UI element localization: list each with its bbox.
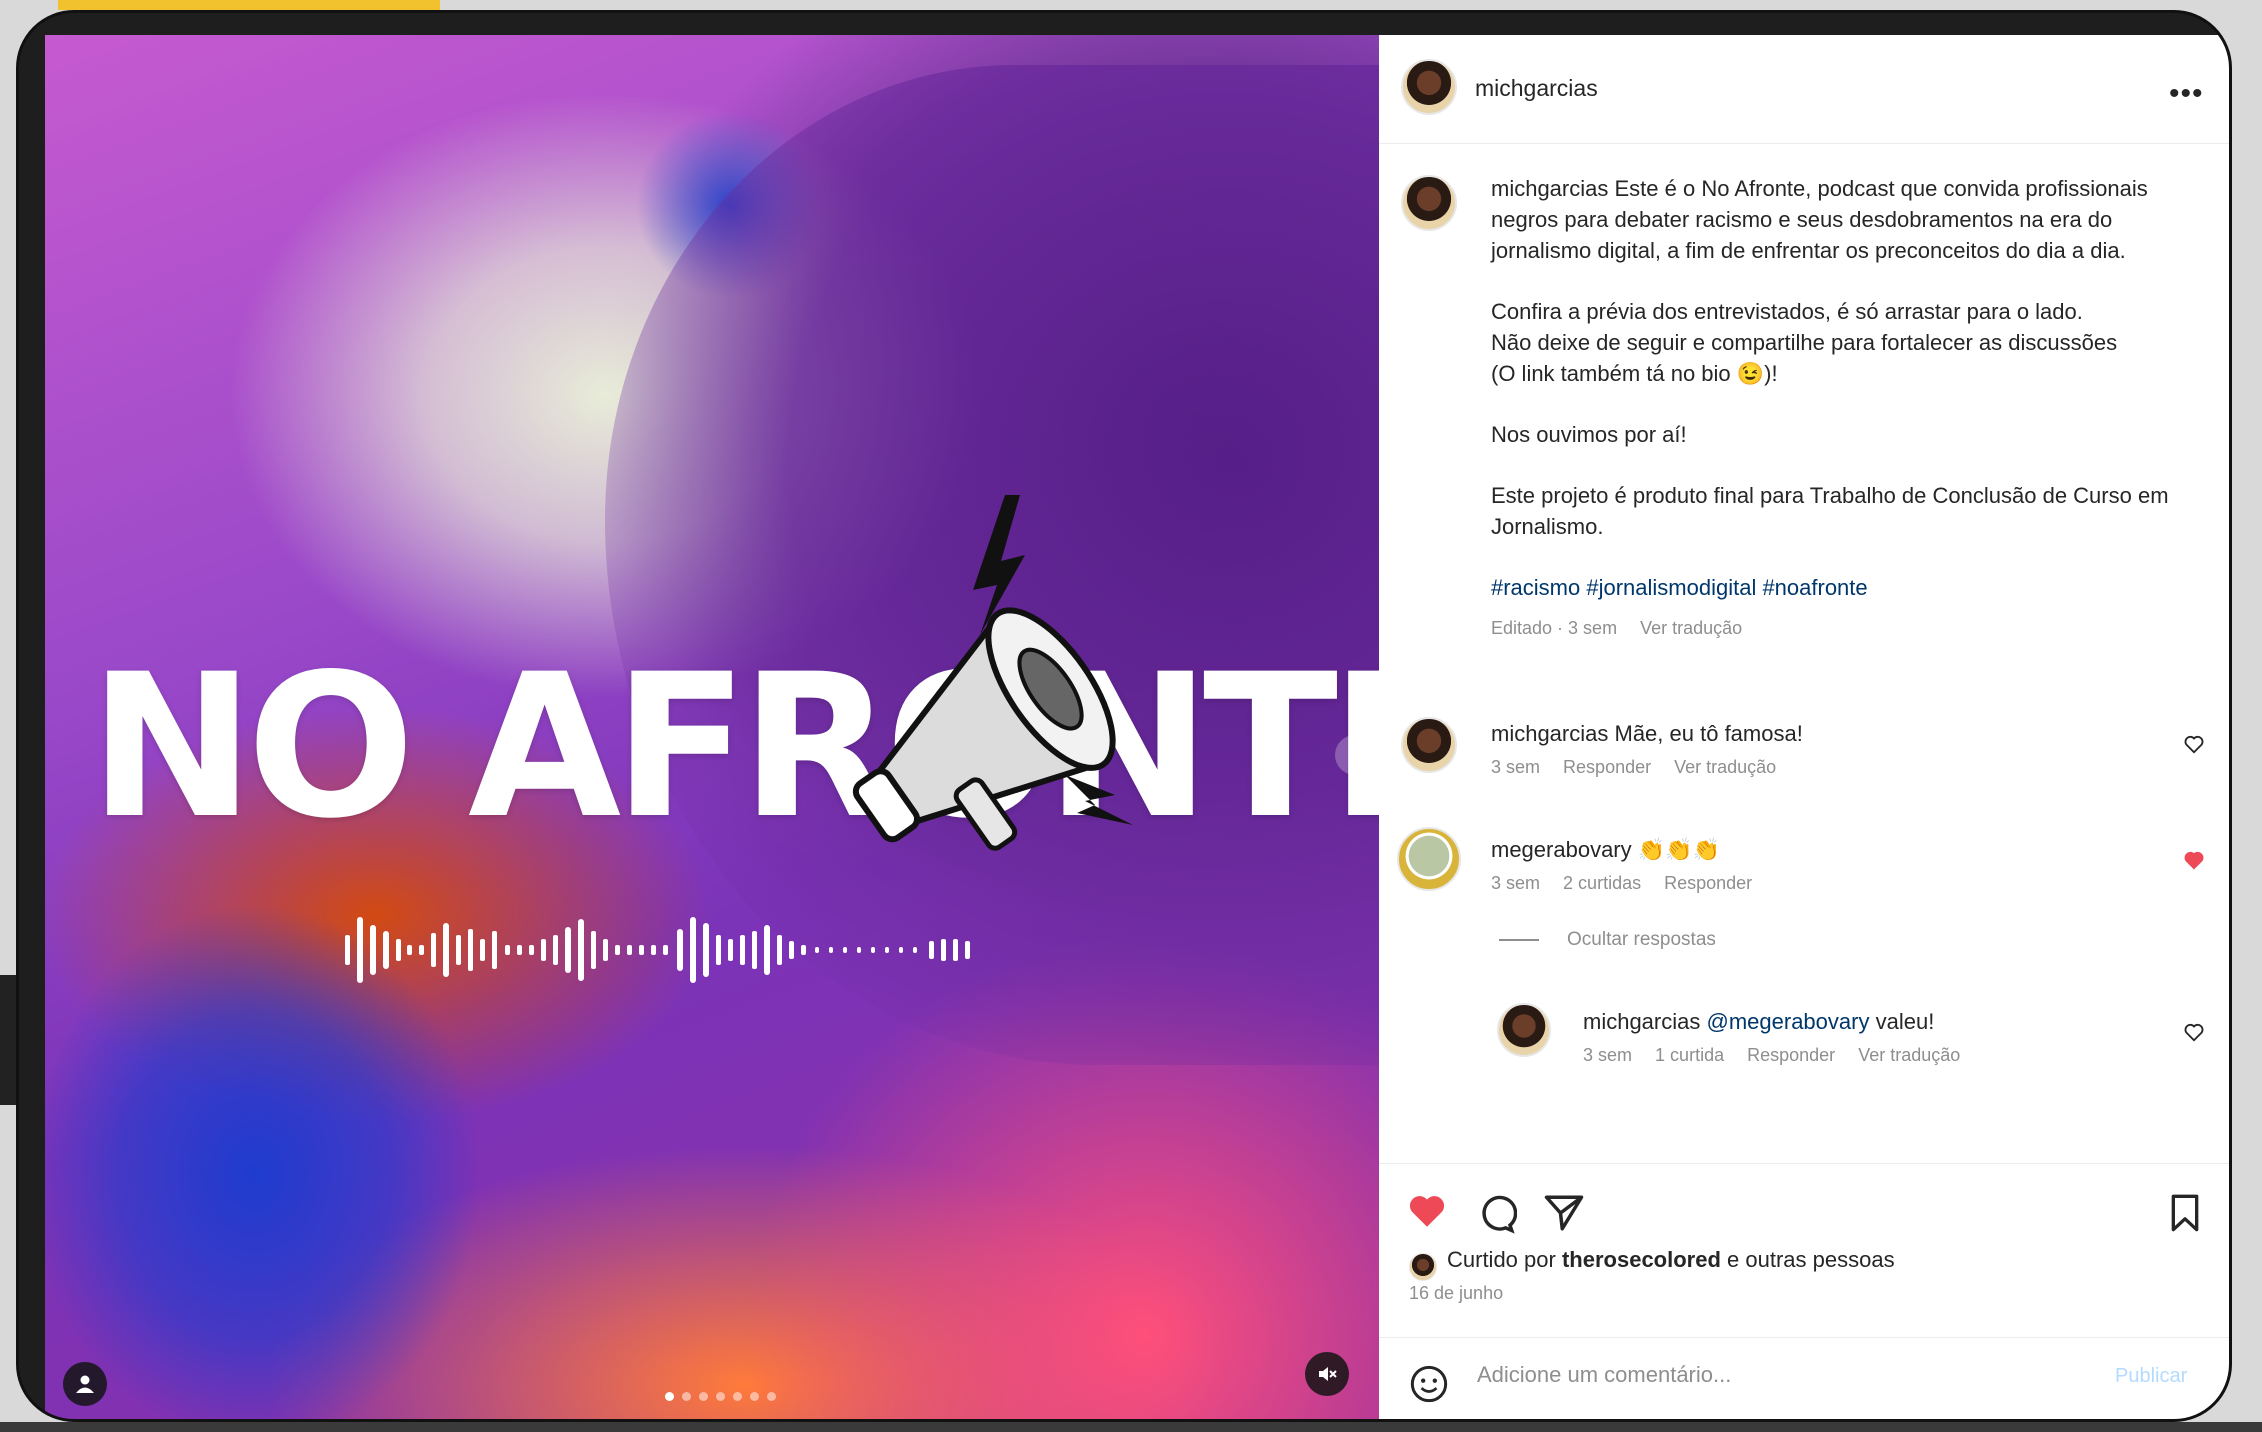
tagged-users-button[interactable]	[63, 1362, 107, 1406]
comment-avatar[interactable]	[1401, 717, 1457, 773]
reply-likes-count[interactable]: 1 curtida	[1655, 1045, 1724, 1065]
comment-input[interactable]	[1475, 1361, 2079, 1389]
publish-button[interactable]: Publicar	[2115, 1365, 2187, 1388]
hide-replies-button[interactable]: Ocultar respostas	[1567, 929, 1716, 951]
backdrop-yellow-strip	[58, 0, 440, 10]
liked-by-user[interactable]: therosecolored	[1562, 1247, 1721, 1272]
caption-meta: Editado · 3 sem Ver tradução	[1491, 613, 2191, 644]
heart-icon[interactable]	[1405, 1190, 1449, 1232]
carousel-dot[interactable]	[665, 1392, 674, 1401]
comment-username[interactable]: michgarcias	[1491, 721, 1608, 746]
more-options-button[interactable]: •••	[2169, 77, 2204, 111]
comment-time: 3 sem	[1491, 757, 1541, 777]
emoji-icon[interactable]	[1409, 1364, 1449, 1404]
reply-avatar[interactable]	[1497, 1003, 1551, 1057]
caption-username[interactable]: michgarcias	[1491, 176, 1608, 201]
caption-paragraph-2a: Confira a prévia dos entrevistados, é só…	[1491, 299, 2083, 324]
backdrop-bottom-strip	[0, 1422, 2262, 1432]
post-caption: michgarcias Este é o No Afronte, podcast…	[1491, 173, 2191, 644]
caption-author-avatar[interactable]	[1401, 175, 1457, 231]
comment-reply-button[interactable]: Responder	[1563, 757, 1651, 777]
comment-icon[interactable]	[1475, 1192, 1517, 1234]
reply-translate-link[interactable]: Ver tradução	[1858, 1045, 1960, 1065]
caption-edited-time: Editado · 3 sem	[1491, 618, 1618, 638]
reply-reply-button[interactable]: Responder	[1747, 1045, 1835, 1065]
mute-button[interactable]	[1305, 1352, 1349, 1396]
reply-time: 3 sem	[1583, 1045, 1633, 1065]
comment-text: Mãe, eu tô famosa!	[1614, 721, 1803, 746]
liked-by-suffix: e outras pessoas	[1727, 1247, 1895, 1272]
caption-paragraph-3: Nos ouvimos por aí!	[1491, 422, 1687, 447]
comment-translate-link[interactable]: Ver tradução	[1674, 757, 1776, 777]
carousel-dot[interactable]	[699, 1392, 708, 1401]
podcast-title-art: NO AFRONTE	[89, 631, 1379, 862]
carousel-indicator	[665, 1392, 776, 1401]
caption-paragraph-2c: (O link também tá no bio 😉)!	[1491, 361, 1778, 386]
caption-hashtags[interactable]: #racismo #jornalismodigital #noafronte	[1491, 575, 1868, 600]
comment-avatar[interactable]	[1397, 827, 1461, 891]
caption-translate-link[interactable]: Ver tradução	[1640, 618, 1742, 638]
chevron-right-icon	[1351, 748, 1360, 762]
next-slide-button[interactable]	[1335, 735, 1375, 775]
reply-text: valeu!	[1875, 1009, 1935, 1034]
author-avatar[interactable]	[1401, 59, 1457, 115]
carousel-dot[interactable]	[750, 1392, 759, 1401]
carousel-dot[interactable]	[716, 1392, 725, 1401]
bookmark-icon[interactable]	[2165, 1192, 2205, 1234]
megaphone-icon	[852, 495, 1133, 851]
liked-by-avatar[interactable]	[1409, 1253, 1437, 1281]
reply-item: michgarcias @megerabovary valeu! 3 sem 1…	[1583, 1009, 2143, 1066]
audio-waveform	[345, 917, 970, 983]
replies-divider	[1499, 939, 1539, 941]
carousel-dot[interactable]	[767, 1392, 776, 1401]
comment-username[interactable]: megerabovary	[1491, 837, 1632, 862]
post-actions-bar	[1379, 1163, 2229, 1298]
post-date[interactable]: 16 de junho	[1409, 1283, 1503, 1304]
reply-mention[interactable]: @megerabovary	[1707, 1009, 1870, 1034]
carousel-dot[interactable]	[733, 1392, 742, 1401]
comment-item: megerabovary 👏👏👏 3 sem 2 curtidas Respon…	[1491, 837, 2131, 894]
caption-paragraph-4: Este projeto é produto final para Trabal…	[1491, 483, 2169, 539]
post-side-panel: michgarcias ••• michgarcias Este é o No …	[1379, 35, 2229, 1419]
comment-likes-count[interactable]: 2 curtidas	[1563, 873, 1641, 893]
heart-icon[interactable]	[2183, 1021, 2205, 1043]
heart-icon[interactable]	[2183, 733, 2205, 755]
device-frame: NO AFRONTE michgarcias ••• michgarcias E…	[16, 10, 2232, 1422]
comment-text: 👏👏👏	[1637, 837, 1720, 862]
liked-by-prefix: Curtido por	[1447, 1247, 1556, 1272]
volume-muted-icon	[1319, 1367, 1337, 1381]
author-username[interactable]: michgarcias	[1475, 75, 1598, 102]
comment-reply-button[interactable]: Responder	[1664, 873, 1752, 893]
send-icon[interactable]	[1543, 1192, 1585, 1234]
heart-filled-icon[interactable]	[2183, 849, 2205, 871]
post-header: michgarcias •••	[1379, 35, 2229, 144]
comment-time: 3 sem	[1491, 873, 1541, 893]
caption-paragraph-2b: Não deixe de seguir e compartilhe para f…	[1491, 330, 2118, 355]
liked-by-summary[interactable]: Curtido por therosecolored e outras pess…	[1447, 1247, 1895, 1273]
post-media[interactable]: NO AFRONTE	[45, 35, 1379, 1419]
comment-item: michgarcias Mãe, eu tô famosa! 3 sem Res…	[1491, 721, 2131, 778]
reply-username[interactable]: michgarcias	[1583, 1009, 1700, 1034]
carousel-dot[interactable]	[682, 1392, 691, 1401]
user-icon	[76, 1375, 94, 1393]
